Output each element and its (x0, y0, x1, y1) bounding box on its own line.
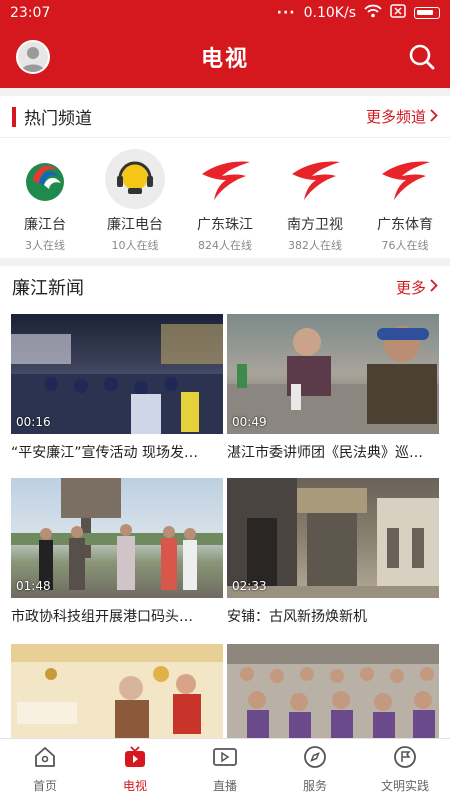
more-news-link[interactable]: 更多 (396, 277, 438, 298)
status-dots: ··· (276, 5, 296, 21)
status-bar: 23:07 ··· 0.10K/s (0, 0, 450, 26)
guangdong-tv-logo (284, 148, 346, 210)
channel-item-lianjiang-tv[interactable]: 廉江台 3人在线 (4, 148, 86, 253)
more-news-label: 更多 (395, 278, 426, 297)
video-thumbnail (227, 644, 439, 738)
video-duration: 00:49 (232, 415, 267, 429)
news-caption: 安铺：古风新扬焕新机 (227, 609, 367, 625)
chevron-right-icon (429, 108, 438, 126)
channel-item-guangdong-zhujiang[interactable]: 广东珠江 824人在线 (184, 148, 266, 253)
video-thumbnail: 01:48 (11, 478, 223, 598)
tab-label: 电视 (122, 779, 147, 793)
video-thumbnail: 02:33 (227, 478, 439, 598)
lianjiang-tv-logo (14, 148, 76, 210)
video-thumbnail: 00:16 (11, 314, 223, 434)
page-title: 电视 (200, 47, 249, 72)
video-thumbnail (11, 644, 223, 738)
channel-online-count: 10人在线 (111, 239, 159, 252)
channel-name: 广东体育 (377, 217, 433, 233)
channel-online-count: 3人在线 (25, 239, 65, 252)
flag-icon (393, 745, 417, 773)
network-speed: 0.10K/s (303, 5, 356, 21)
news-card[interactable]: 02:33 安铺：古风新扬焕新机 (227, 478, 439, 626)
news-card[interactable] (11, 644, 223, 746)
news-caption: 市政协科技组开展港口码头… (11, 609, 193, 625)
tab-label: 首页 (32, 779, 57, 793)
wifi-icon (364, 4, 382, 22)
app-header: 23:07 ··· 0.10K/s 电视 (0, 0, 450, 88)
channel-item-guangdong-sports[interactable]: 广东体育 76人在线 (364, 148, 446, 253)
news-caption: 湛江市委讲师团《民法典》巡… (227, 445, 423, 461)
tab-tv[interactable]: 电视 (90, 739, 180, 800)
news-card[interactable]: 01:48 市政协科技组开展港口码头… (11, 478, 223, 626)
channel-online-count: 824人在线 (198, 239, 252, 252)
tv-icon (123, 745, 147, 773)
hot-channels-section: 热门频道 更多频道 廉江台 3人在线 廉江电台 10人在线 广东珠江 824人在… (0, 96, 450, 258)
news-card[interactable] (227, 644, 439, 746)
live-video-icon (212, 745, 238, 773)
news-card[interactable]: 00:49 湛江市委讲师团《民法典》巡… (227, 314, 439, 462)
channel-online-count: 382人在线 (288, 239, 342, 252)
sim-off-icon (390, 4, 406, 22)
tab-label: 服务 (302, 779, 327, 793)
guangdong-tv-logo (194, 148, 256, 210)
more-channels-label: 更多频道 (365, 108, 426, 126)
tab-civilization-practice[interactable]: 文明实践 (360, 739, 450, 800)
tab-live[interactable]: 直播 (180, 739, 270, 800)
tab-service[interactable]: 服务 (270, 739, 360, 800)
news-section: 廉江新闻 更多 00:16 “平安廉江”宣传活动 现场发… 00:49 湛江市委… (0, 266, 450, 738)
news-section-title: 廉江新闻 (12, 278, 84, 299)
news-caption: “平安廉江”宣传活动 现场发… (11, 445, 198, 461)
tab-label: 直播 (212, 779, 237, 793)
battery-icon (414, 7, 440, 19)
channel-name: 廉江电台 (107, 217, 163, 233)
channel-name: 广东珠江 (197, 217, 253, 233)
channel-name: 廉江台 (24, 217, 66, 233)
chevron-right-icon (429, 278, 438, 296)
compass-icon (303, 745, 327, 773)
bottom-tab-bar: 首页 电视 直播 服务 文明实践 (0, 738, 450, 800)
video-duration: 01:48 (16, 579, 51, 593)
status-time: 23:07 (10, 5, 51, 21)
video-thumbnail: 00:49 (227, 314, 439, 434)
video-duration: 00:16 (16, 415, 51, 429)
news-card[interactable]: 00:16 “平安廉江”宣传活动 现场发… (11, 314, 223, 462)
guangdong-tv-logo (374, 148, 436, 210)
channel-item-nanfang-satellite[interactable]: 南方卫视 382人在线 (274, 148, 356, 253)
lianjiang-radio-logo (104, 148, 166, 210)
more-channels-link[interactable]: 更多频道 (366, 106, 438, 127)
avatar[interactable] (16, 40, 50, 74)
tab-home[interactable]: 首页 (0, 739, 90, 800)
hot-channels-title: 热门频道 (24, 109, 92, 129)
video-duration: 02:33 (232, 579, 267, 593)
section-marker (12, 106, 16, 127)
search-icon[interactable] (408, 43, 436, 71)
channel-online-count: 76人在线 (381, 239, 429, 252)
channel-item-lianjiang-radio[interactable]: 廉江电台 10人在线 (94, 148, 176, 253)
tab-label: 文明实践 (380, 779, 429, 793)
home-icon (33, 745, 57, 773)
channel-name: 南方卫视 (287, 217, 343, 233)
